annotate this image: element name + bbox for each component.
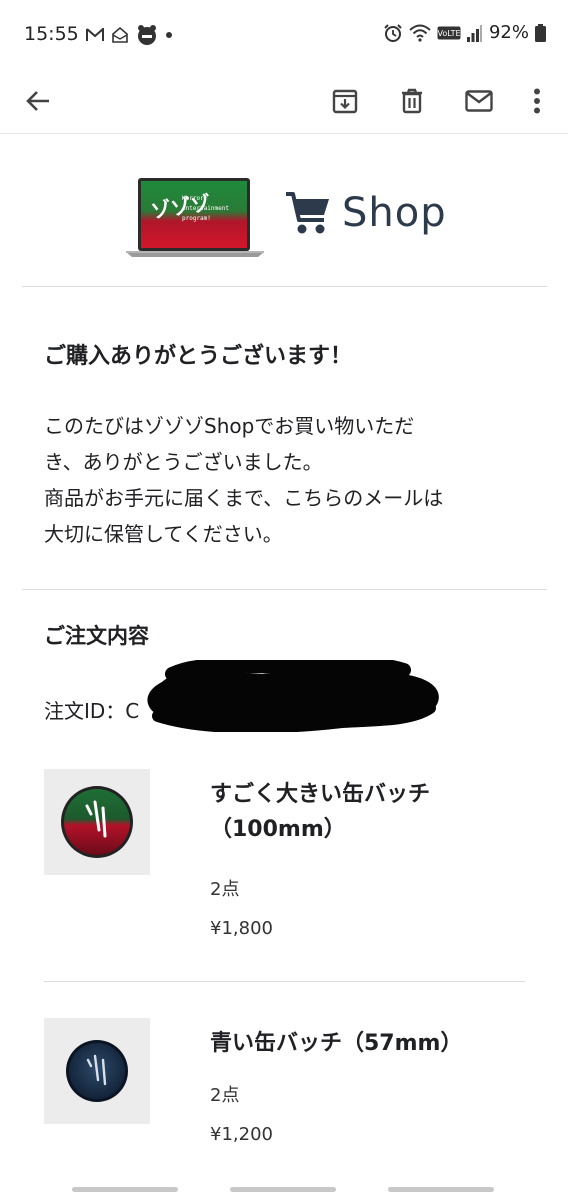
delete-button[interactable]	[390, 79, 434, 123]
battery-icon	[535, 23, 546, 42]
app-icon	[138, 25, 156, 45]
gmail-icon	[86, 28, 104, 41]
status-right: VoLTE 92%	[383, 22, 546, 43]
item-divider	[44, 981, 525, 982]
thanks-line-2: き、ありがとうございました。	[44, 450, 323, 474]
item-quantity: 2点	[210, 1085, 240, 1106]
dot-icon	[166, 32, 172, 38]
battery-percent: 92%	[488, 22, 529, 43]
item-thumbnail[interactable]	[44, 1018, 150, 1124]
status-left-icons	[86, 24, 173, 46]
bottom-bar-center	[230, 1187, 336, 1192]
bottom-bar-left	[72, 1187, 178, 1192]
shop-header: ゾゾゾ Horror entertainment program! Shop	[22, 135, 547, 287]
volte-icon: VoLTE	[437, 26, 461, 39]
shop-logo: Shop	[284, 190, 447, 236]
laptop-logo: ゾゾゾ Horror entertainment program!	[126, 178, 264, 257]
thanks-line-1: このたびはゾゾゾShopでお買い物いただ	[44, 414, 415, 438]
item-price: ¥1,800	[210, 918, 273, 939]
thanks-message: このたびはゾゾゾShopでお買い物いただ き、ありがとうございました。 商品がお…	[44, 408, 514, 552]
thanks-section: ご購入ありがとうございます！ このたびはゾゾゾShopでお買い物いただ き、あり…	[22, 287, 547, 590]
thanks-line-3: 商品がお手元に届くまで、こちらのメールは	[44, 486, 444, 510]
bottom-bar-right	[388, 1187, 494, 1192]
archive-icon	[332, 89, 358, 114]
more-options-button[interactable]	[515, 79, 559, 123]
redaction-scribble	[147, 660, 439, 732]
badge-image-blue	[66, 1040, 128, 1102]
status-time: 15:55	[24, 23, 79, 45]
laptop-sub-2: entertainment	[182, 205, 229, 212]
thanks-line-4: 大切に保管してください。	[44, 522, 283, 546]
bottom-edge	[0, 1180, 568, 1200]
email-toolbar	[0, 68, 568, 134]
notification-icon	[112, 26, 128, 43]
back-arrow-icon	[26, 91, 49, 111]
item-price: ¥1,200	[210, 1124, 273, 1145]
shop-wordmark: Shop	[342, 190, 447, 236]
status-bar: 15:55 VoLTE 92%	[0, 0, 568, 68]
signal-icon	[466, 24, 482, 42]
order-id-label: 注文ID：C	[44, 699, 140, 723]
svg-text:VoLTE: VoLTE	[437, 29, 460, 38]
item-name[interactable]: すごく大きい缶バッチ （100mm）	[210, 777, 510, 847]
more-options-icon	[534, 88, 540, 114]
alarm-icon	[384, 23, 402, 42]
laptop-sub-3: program!	[182, 215, 211, 222]
item-thumbnail[interactable]	[44, 769, 150, 875]
order-heading: ご注文内容	[44, 624, 149, 648]
item-name[interactable]: 青い缶バッチ（57mm）	[210, 1026, 530, 1061]
back-button[interactable]	[16, 79, 60, 123]
mark-unread-button[interactable]	[457, 79, 501, 123]
item-name-line-1: すごく大きい缶バッチ	[210, 782, 431, 807]
thanks-title: ご購入ありがとうございます！	[44, 344, 353, 369]
item-name-line-2: （100mm）	[210, 817, 346, 843]
mark-unread-icon	[465, 90, 493, 112]
email-body: ゾゾゾ Horror entertainment program! Shop ご…	[22, 135, 547, 1145]
laptop-sub-1: Horror	[182, 195, 204, 202]
badge-image-large	[61, 786, 133, 858]
archive-button[interactable]	[323, 79, 367, 123]
delete-icon	[402, 88, 422, 114]
shopping-cart-icon	[286, 192, 329, 234]
item-quantity: 2点	[210, 879, 240, 900]
wifi-icon	[409, 24, 431, 42]
